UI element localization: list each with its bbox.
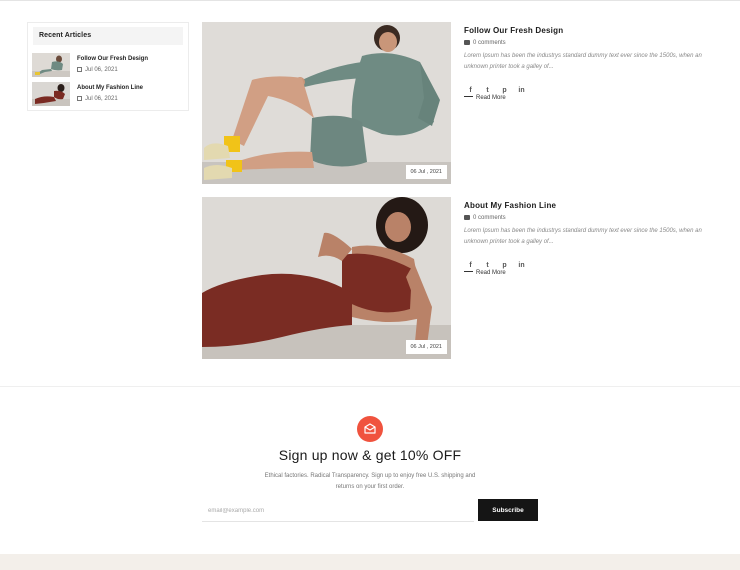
linkedin-icon[interactable]: in — [515, 262, 528, 269]
pinterest-icon[interactable]: p — [498, 87, 511, 94]
post-date-badge: 06 Jul , 2021 — [405, 165, 447, 179]
section-divider — [0, 386, 740, 387]
post-image[interactable]: 06 Jul , 2021 — [202, 22, 451, 184]
newsletter-title: Sign up now & get 10% OFF — [278, 447, 462, 463]
read-more-link[interactable]: Read More — [464, 270, 714, 276]
subscribe-button[interactable]: Subscribe — [478, 499, 538, 521]
post-content: About My Fashion Line 0 comments Lorem I… — [464, 201, 714, 276]
facebook-icon[interactable]: f — [464, 87, 477, 94]
recent-article-item[interactable]: Follow Our Fresh Design Jul 06, 2021 — [32, 53, 186, 79]
social-share: f t p in — [464, 79, 714, 94]
post-comments[interactable]: 0 comments — [464, 40, 714, 46]
recent-articles-heading: Recent Articles — [33, 27, 183, 45]
twitter-icon[interactable]: t — [481, 87, 494, 94]
calendar-icon — [77, 96, 82, 101]
newsletter-description: Ethical factories. Radical Transparency.… — [264, 473, 476, 490]
post-title[interactable]: About My Fashion Line — [464, 201, 714, 210]
read-more-dash — [464, 271, 473, 272]
post-comments[interactable]: 0 comments — [464, 215, 714, 221]
recent-article-title[interactable]: Follow Our Fresh Design — [77, 56, 148, 62]
read-more-dash — [464, 96, 473, 97]
article-thumbnail[interactable] — [32, 53, 70, 77]
pinterest-icon[interactable]: p — [498, 262, 511, 269]
post-title[interactable]: Follow Our Fresh Design — [464, 26, 714, 35]
post-date-badge: 06 Jul , 2021 — [405, 340, 447, 354]
recent-article-title[interactable]: About My Fashion Line — [77, 85, 143, 91]
recent-article-date: Jul 06, 2021 — [77, 67, 118, 73]
top-divider — [0, 0, 740, 1]
envelope-icon — [357, 416, 383, 442]
post-excerpt: Lorem Ipsum has been the industrys stand… — [464, 53, 702, 70]
recent-article-date: Jul 06, 2021 — [77, 96, 118, 102]
calendar-icon — [77, 67, 82, 72]
comments-icon — [464, 40, 470, 45]
linkedin-icon[interactable]: in — [515, 87, 528, 94]
post-image[interactable]: 06 Jul , 2021 — [202, 197, 451, 359]
recent-article-item[interactable]: About My Fashion Line Jul 06, 2021 — [32, 82, 186, 108]
post-excerpt: Lorem Ipsum has been the industrys stand… — [464, 228, 702, 245]
footer-band — [0, 554, 740, 570]
email-field[interactable] — [202, 500, 474, 522]
twitter-icon[interactable]: t — [481, 262, 494, 269]
recent-articles-widget: Recent Articles Follow Our Fresh Design … — [27, 22, 189, 111]
read-more-link[interactable]: Read More — [464, 95, 714, 101]
post-content: Follow Our Fresh Design 0 comments Lorem… — [464, 26, 714, 101]
article-thumbnail[interactable] — [32, 82, 70, 106]
comments-icon — [464, 215, 470, 220]
social-share: f t p in — [464, 254, 714, 269]
facebook-icon[interactable]: f — [464, 262, 477, 269]
